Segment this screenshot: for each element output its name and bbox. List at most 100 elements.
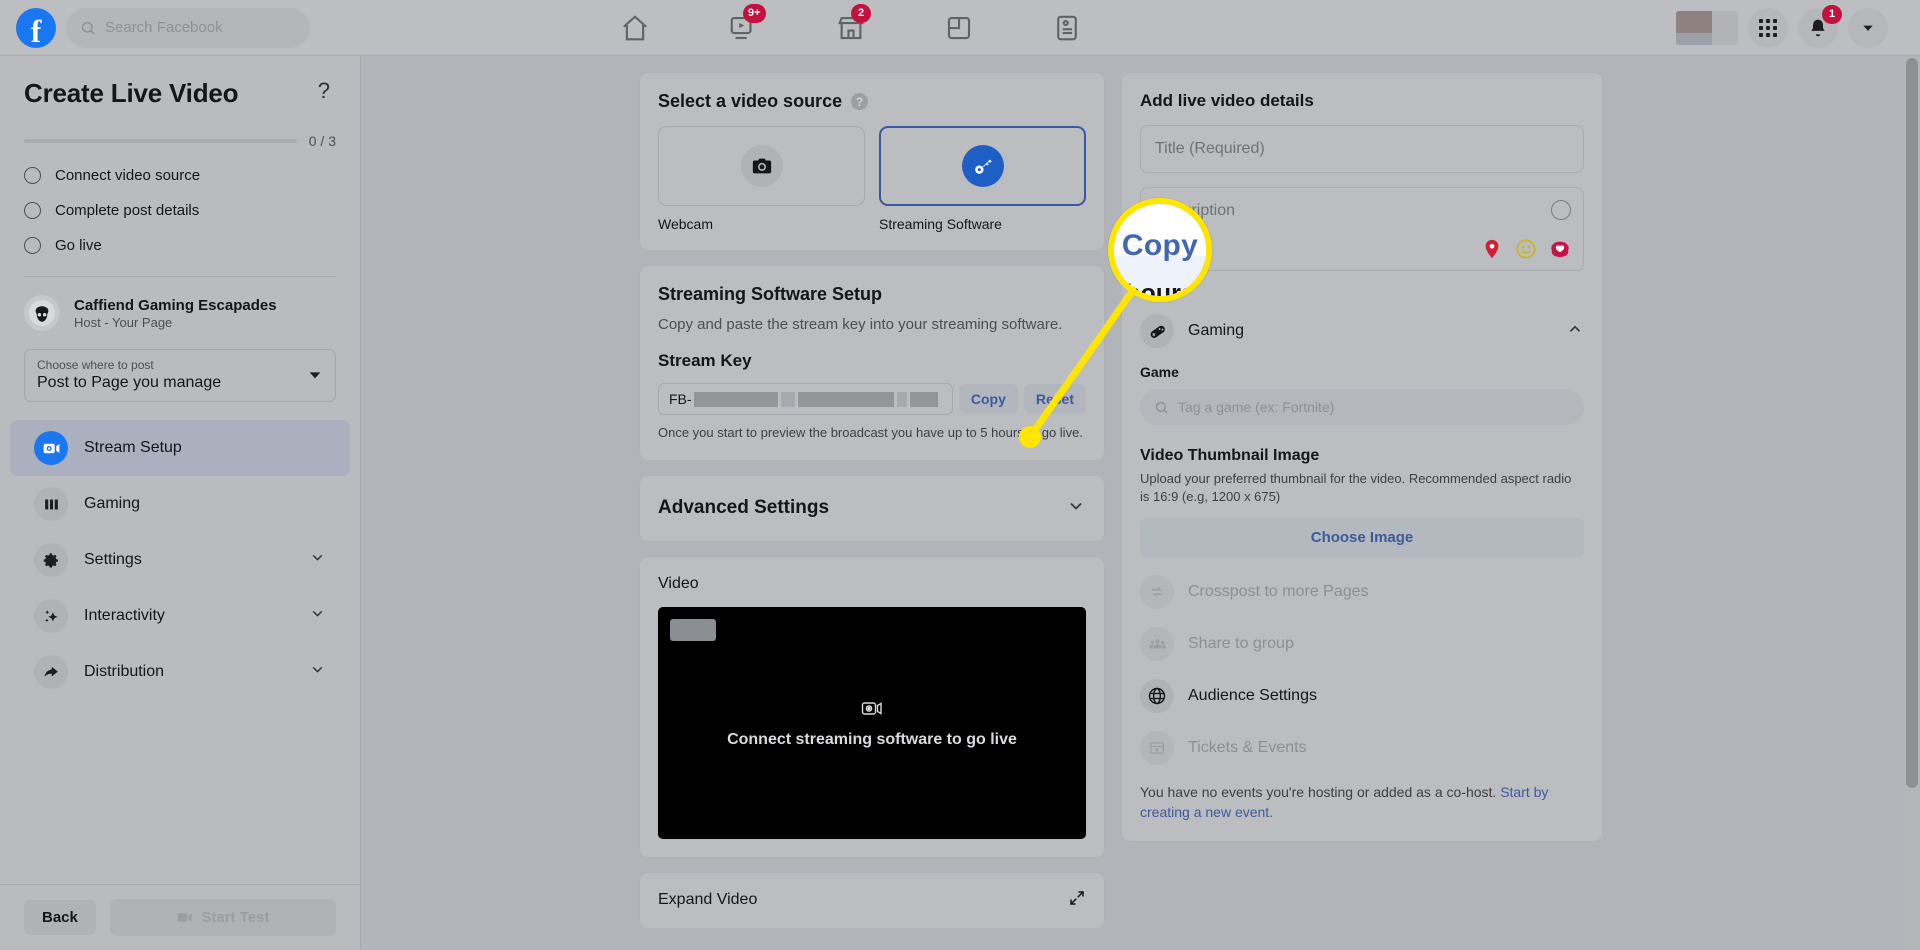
gaming-bars-icon bbox=[34, 487, 68, 521]
search-placeholder: Search Facebook bbox=[105, 19, 223, 36]
host-page-row[interactable]: Caffiend Gaming Escapades Host - Your Pa… bbox=[0, 277, 360, 331]
choose-image-button[interactable]: Choose Image bbox=[1140, 518, 1584, 558]
nav-home-icon[interactable] bbox=[620, 13, 650, 43]
stream-setup-column: Select a video source ? Webcam Streaming… bbox=[639, 72, 1105, 929]
sidebar-item-distribution[interactable]: Distribution bbox=[10, 644, 350, 700]
sidebar-item-label: Stream Setup bbox=[84, 439, 182, 456]
option-crosspost-to-more-pages[interactable]: Crosspost to more Pages bbox=[1140, 575, 1584, 610]
video-stage: Connect streaming software to go live bbox=[658, 606, 1086, 839]
host-page-role: Host - Your Page bbox=[74, 314, 173, 330]
page-root: f Search Facebook 9+ 2 1 Create Live Vid… bbox=[0, 0, 1920, 950]
grid-menu-icon[interactable] bbox=[1748, 8, 1788, 48]
video-stage-chip bbox=[670, 618, 716, 641]
game-label: Game bbox=[1140, 364, 1179, 380]
page-title: Create Live Video bbox=[24, 78, 239, 108]
reset-stream-key-button[interactable]: Reset bbox=[1023, 384, 1086, 415]
chevron-down-icon bbox=[309, 549, 326, 571]
title-field[interactable]: Title (Required) bbox=[1140, 125, 1584, 173]
nav-groups-icon[interactable] bbox=[944, 13, 974, 43]
feeling-smiley-icon[interactable] bbox=[1515, 238, 1537, 260]
facebook-logo-icon[interactable]: f bbox=[16, 7, 56, 48]
nav-marketplace-icon[interactable]: 2 bbox=[836, 4, 871, 43]
step-connect-video-source[interactable]: Connect video source bbox=[24, 167, 336, 184]
location-pin-icon[interactable] bbox=[1481, 238, 1503, 260]
live-video-details-column: Add live video details Title (Required) … bbox=[1121, 72, 1603, 842]
sidebar-nav: Stream Setup Gaming Settings Interactivi… bbox=[0, 420, 360, 700]
option-audience-settings[interactable]: Audience Settings bbox=[1140, 679, 1584, 714]
thumbnail-description: Upload your preferred thumbnail for the … bbox=[1140, 471, 1572, 505]
option-tickets-and-events[interactable]: Tickets & Events bbox=[1140, 731, 1584, 766]
magnified-copy-text: Copy bbox=[1121, 229, 1199, 263]
advanced-settings-card[interactable]: Advanced Settings bbox=[639, 474, 1105, 542]
sidebar-item-interactivity[interactable]: Interactivity bbox=[10, 588, 350, 644]
video-source-option-webcam[interactable]: Webcam bbox=[658, 126, 865, 232]
sidebar-footer: Back Start Test bbox=[0, 884, 360, 950]
step-radio-icon bbox=[24, 202, 41, 219]
where-to-post-label: Choose where to post bbox=[37, 358, 154, 372]
step-complete-post-details[interactable]: Complete post details bbox=[24, 202, 336, 219]
people-group-icon bbox=[1140, 627, 1174, 662]
start-test-button[interactable]: Start Test bbox=[109, 899, 336, 936]
sidebar-item-gaming[interactable]: Gaming bbox=[10, 476, 350, 532]
sidebar-item-settings[interactable]: Settings bbox=[10, 532, 350, 588]
webcam-tile[interactable] bbox=[658, 126, 865, 206]
camera-video-preview-icon bbox=[861, 702, 882, 715]
scrollbar-thumb[interactable] bbox=[1906, 58, 1918, 788]
step-radio-icon bbox=[24, 237, 41, 254]
chevron-down-icon[interactable] bbox=[1066, 496, 1086, 521]
option-label: Crosspost to more Pages bbox=[1188, 583, 1369, 601]
option-label: Tickets & Events bbox=[1188, 739, 1307, 757]
details-heading: Add live video details bbox=[1140, 91, 1314, 110]
account-menu-button[interactable] bbox=[1848, 8, 1888, 48]
search-input[interactable]: Search Facebook bbox=[66, 7, 310, 48]
copy-stream-key-button[interactable]: Copy bbox=[958, 384, 1018, 415]
question-mark-icon[interactable]: ? bbox=[851, 93, 869, 110]
streaming-setup-subtitle: Copy and paste the stream key into your … bbox=[658, 316, 1063, 333]
expand-arrows-icon[interactable] bbox=[1068, 889, 1086, 912]
step-go-live[interactable]: Go live bbox=[24, 237, 336, 254]
question-mark-icon[interactable]: ? bbox=[318, 78, 336, 104]
nav-news-icon[interactable] bbox=[1052, 13, 1082, 43]
chevron-down-icon bbox=[1863, 25, 1873, 31]
video-source-header: Select a video source ? bbox=[640, 73, 1104, 112]
notifications-button[interactable]: 1 bbox=[1798, 5, 1842, 48]
expand-video-label: Expand Video bbox=[658, 891, 758, 909]
streaming-software-setup-card: Streaming Software Setup Copy and paste … bbox=[639, 265, 1105, 461]
heart-sticker-icon[interactable] bbox=[1549, 238, 1571, 260]
notifications-badge: 1 bbox=[1822, 5, 1842, 24]
smiley-outline-icon[interactable] bbox=[1551, 200, 1571, 220]
camera-icon bbox=[740, 145, 783, 187]
option-share-to-group[interactable]: Share to group bbox=[1140, 627, 1584, 662]
streaming-software-tile[interactable] bbox=[879, 126, 1086, 206]
search-icon bbox=[1155, 401, 1168, 414]
stream-setup-icon bbox=[34, 431, 68, 465]
chevron-down-icon bbox=[309, 605, 326, 627]
nav-video-icon[interactable]: 9+ bbox=[728, 4, 766, 43]
video-panel-title: Video bbox=[658, 574, 699, 592]
gaming-section-header[interactable]: Gaming bbox=[1140, 314, 1584, 348]
globe-icon bbox=[1140, 679, 1174, 714]
page-scrollbar[interactable] bbox=[1904, 56, 1920, 950]
expand-video-card[interactable]: Expand Video bbox=[639, 871, 1105, 929]
start-test-label: Start Test bbox=[201, 909, 270, 926]
game-search-placeholder: Tag a game (ex: Fortnite) bbox=[1178, 399, 1335, 415]
video-source-option-streaming-software[interactable]: Streaming Software bbox=[879, 126, 1086, 232]
video-preview-card: Video Connect streaming software to go l… bbox=[639, 555, 1105, 858]
game-search-input[interactable]: Tag a game (ex: Fortnite) bbox=[1140, 389, 1584, 425]
back-button[interactable]: Back bbox=[24, 900, 96, 935]
sidebar-item-stream-setup[interactable]: Stream Setup bbox=[10, 420, 350, 476]
avatar[interactable] bbox=[1676, 11, 1738, 45]
events-note: You have no events you're hosting or add… bbox=[1140, 783, 1584, 822]
key-icon bbox=[961, 145, 1004, 187]
magnifier-callout: Copy hours bbox=[1108, 198, 1212, 302]
webcam-label: Webcam bbox=[658, 216, 713, 232]
chevron-up-icon[interactable] bbox=[1566, 320, 1584, 343]
choose-where-to-post-select[interactable]: Choose where to post Post to Page you ma… bbox=[24, 349, 336, 402]
progress-bar bbox=[24, 139, 297, 143]
advanced-settings-title: Advanced Settings bbox=[658, 497, 830, 519]
ticket-icon bbox=[1140, 731, 1174, 766]
option-label: Share to group bbox=[1188, 635, 1294, 653]
stream-key-input[interactable]: FB- bbox=[658, 383, 953, 416]
main-content: Select a video source ? Webcam Streaming… bbox=[361, 56, 1920, 950]
progress-label: 0 / 3 bbox=[308, 133, 336, 149]
